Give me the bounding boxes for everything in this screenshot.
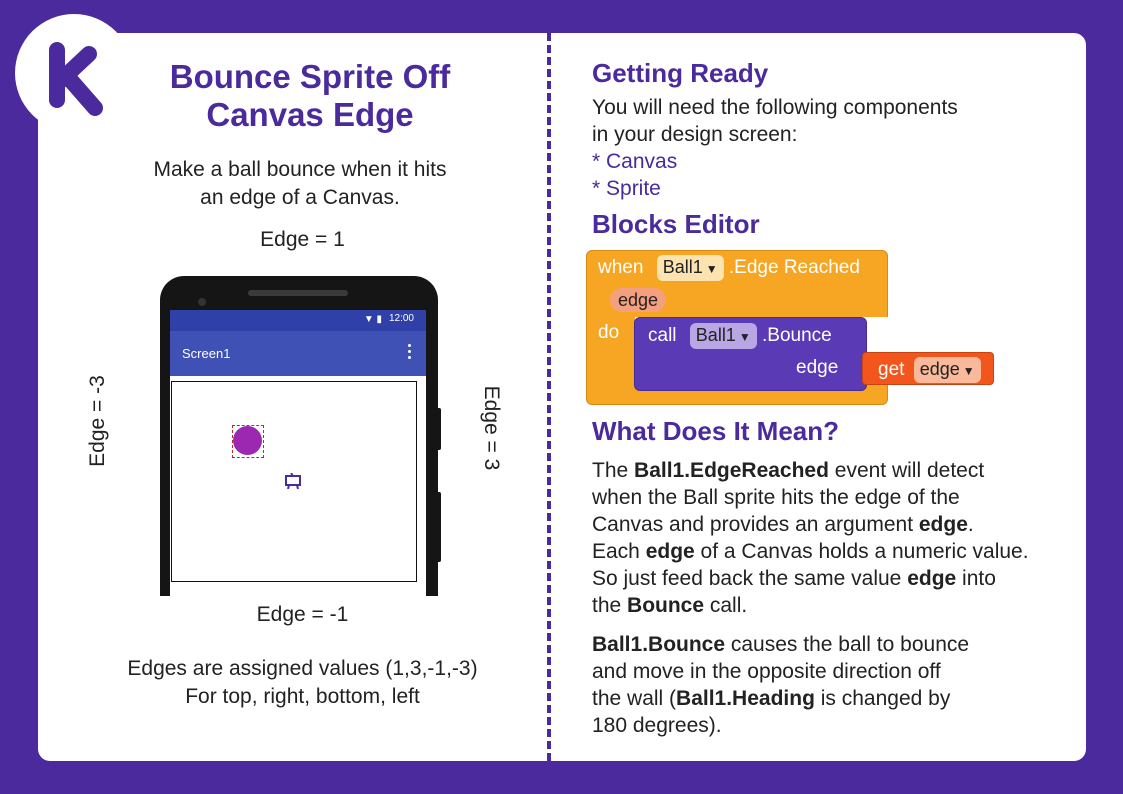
text-run: when the Ball sprite hits the edge of th… — [592, 486, 960, 509]
meaning-paragraph-1: The Ball1.EdgeReached event will detect w… — [592, 457, 1052, 619]
text-run: of a Canvas holds a numeric value. — [694, 540, 1029, 563]
k-logo-icon — [49, 42, 103, 116]
phone-camera — [198, 298, 206, 306]
bold-term: edge — [907, 567, 957, 590]
component-item: * Sprite — [592, 177, 661, 200]
component-item: * Canvas — [592, 150, 678, 173]
call-component-dropdown[interactable]: Ball1 ▼ — [689, 323, 757, 349]
text-run: and move in the opposite direction off — [592, 660, 941, 683]
edge-values-caption: Edges are assigned values (1,3,-1,-3) Fo… — [127, 657, 478, 708]
text-run: Canvas and provides an argument — [592, 513, 919, 536]
text-run: . — [967, 513, 974, 536]
method-name: .Bounce — [762, 325, 832, 346]
status-time: 12:00 — [388, 313, 414, 324]
wifi-battery-icon: ▼ ▮ — [363, 314, 382, 325]
text-run: The — [592, 459, 635, 482]
column-divider — [547, 33, 551, 761]
screen-title: Screen1 — [182, 346, 231, 361]
phone-speaker — [248, 290, 348, 296]
page-title: Bounce Sprite Off Canvas Edge — [169, 58, 451, 133]
edge-top-label: Edge = 1 — [260, 228, 345, 251]
text-run: Each — [592, 540, 646, 563]
text-run: event will detect — [828, 459, 985, 482]
image-sprite-icon — [285, 473, 301, 489]
text-run: is changed by — [814, 687, 951, 710]
text-run: into — [956, 567, 996, 590]
getting-ready-text: You will need the following components i… — [592, 96, 958, 200]
overflow-menu-icon[interactable] — [408, 342, 412, 362]
page-subtitle: Make a ball bounce when it hits an edge … — [153, 158, 447, 209]
call-row: call Ball1 ▼ .Bounce — [648, 323, 832, 349]
edge-bottom-label: Edge = -1 — [256, 603, 349, 626]
status-bar: ▼ ▮ 12:00 — [170, 310, 426, 331]
event-param[interactable]: edge — [610, 288, 667, 312]
text-run: call. — [704, 594, 748, 617]
dropdown-caret-icon: ▼ — [962, 364, 975, 378]
bold-term: Bounce — [627, 594, 705, 617]
component-dropdown[interactable]: Ball1 ▼ — [656, 255, 724, 281]
text-run: So just feed back the same value — [592, 567, 908, 590]
bold-term: edge — [918, 513, 968, 536]
event-name: .Edge Reached — [728, 257, 860, 278]
text-run: causes the ball to bounce — [725, 633, 970, 656]
do-label: do — [598, 322, 620, 343]
meaning-paragraph-2: Ball1.Bounce causes the ball to bounce an… — [592, 631, 1052, 739]
get-row: get edge ▼ — [878, 357, 981, 383]
text-run: 180 degrees). — [592, 714, 722, 737]
bold-term: Ball1.Bounce — [592, 633, 726, 656]
bold-term: Ball1.EdgeReached — [634, 459, 829, 482]
dropdown-caret-icon: ▼ — [705, 262, 718, 276]
ball-sprite[interactable] — [233, 426, 262, 455]
app-bar: Screen1 — [170, 331, 426, 376]
blocks-editor-heading: Blocks Editor — [592, 209, 760, 239]
getting-ready-heading: Getting Ready — [592, 58, 769, 88]
meaning-heading: What Does It Mean? — [592, 416, 840, 446]
event-when-row: when Ball1 ▼ .Edge Reached — [598, 255, 860, 281]
bold-term: edge — [645, 540, 695, 563]
variable-dropdown[interactable]: edge ▼ — [913, 357, 981, 383]
text-run: the wall ( — [592, 687, 677, 710]
brand-logo[interactable] — [15, 14, 133, 132]
bold-term: Ball1.Heading — [676, 687, 815, 710]
dropdown-caret-icon: ▼ — [738, 330, 751, 344]
text-run: the — [592, 594, 628, 617]
call-arg-label: edge — [796, 357, 839, 378]
